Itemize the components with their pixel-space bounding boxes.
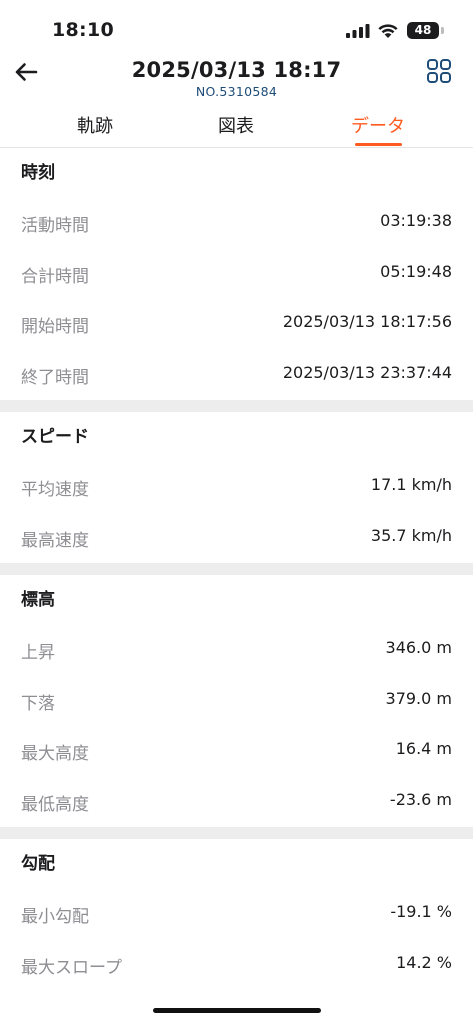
row-value: 2025/03/13 18:17:56 — [282, 312, 452, 331]
list-item: 開始時間 2025/03/13 18:17:56 — [0, 299, 473, 350]
battery-cap — [441, 27, 444, 34]
tab-charts[interactable]: 図表 — [186, 112, 286, 138]
row-label: 開始時間 — [21, 317, 89, 337]
row-value: 346.0 m — [385, 638, 452, 657]
list-item: 最高速度 35.7 km/h — [0, 513, 473, 564]
wifi-icon — [378, 24, 398, 38]
section-time: 時刻 活動時間 03:19:38 合計時間 05:19:48 開始時間 2025… — [0, 148, 473, 400]
home-indicator[interactable] — [153, 1008, 321, 1013]
tab-data[interactable]: データ — [328, 112, 428, 138]
battery-icon: 48 — [407, 22, 439, 39]
navigation-bar: 2025/03/13 18:17 NO.5310584 — [0, 56, 473, 106]
row-value: 17.1 km/h — [370, 475, 452, 494]
status-bar: 18:10 48 — [0, 0, 473, 56]
list-item: 合計時間 05:19:48 — [0, 249, 473, 300]
active-tab-indicator — [355, 143, 402, 146]
section-divider — [0, 563, 473, 575]
list-item: 最低高度 -23.6 m — [0, 777, 473, 828]
row-value: 03:19:38 — [380, 211, 452, 230]
row-label: 合計時間 — [21, 266, 89, 287]
row-label: 最高速度 — [21, 530, 89, 551]
tab-bar: 軌跡 図表 データ — [0, 106, 473, 148]
section-divider — [0, 400, 473, 412]
list-item: 活動時間 03:19:38 — [0, 198, 473, 249]
row-value: 05:19:48 — [380, 261, 452, 281]
page-title: 2025/03/13 18:17 — [131, 58, 342, 82]
cellular-signal-icon — [346, 24, 370, 38]
row-label: 最大高度 — [21, 744, 89, 764]
row-label: 最低高度 — [21, 794, 89, 815]
row-label: 最大スロープ — [21, 957, 122, 978]
section-divider — [0, 827, 473, 839]
row-label: 平均速度 — [21, 480, 89, 500]
row-value: 35.7 km/h — [370, 525, 452, 545]
row-label: 終了時間 — [21, 367, 89, 388]
row-value: 14.2 % — [396, 952, 452, 972]
row-label: 最小勾配 — [21, 907, 89, 927]
list-item: 上昇 346.0 m — [0, 625, 473, 676]
section-title: 標高 — [21, 590, 55, 610]
list-item: 平均速度 17.1 km/h — [0, 462, 473, 513]
tab-track[interactable]: 軌跡 — [45, 112, 145, 138]
section-elevation: 標高 上昇 346.0 m 下落 379.0 m 最大高度 16.4 m 最低高… — [0, 575, 473, 827]
list-item: 最大高度 16.4 m — [0, 726, 473, 777]
section-speed: スピード 平均速度 17.1 km/h 最高速度 35.7 km/h — [0, 412, 473, 563]
row-value: -23.6 m — [389, 789, 452, 809]
row-label: 活動時間 — [21, 216, 89, 236]
list-item: 終了時間 2025/03/13 23:37:44 — [0, 350, 473, 401]
section-gradient: 勾配 最小勾配 -19.1 % 最大スロープ 14.2 % — [0, 839, 473, 990]
row-value: 2025/03/13 23:37:44 — [282, 362, 452, 382]
row-label: 上昇 — [21, 643, 55, 663]
row-value: 16.4 m — [395, 739, 452, 758]
battery-level: 48 — [414, 23, 432, 37]
record-number: NO.5310584 — [195, 84, 278, 99]
row-label: 下落 — [21, 693, 55, 714]
row-value: 379.0 m — [385, 688, 452, 708]
section-title: 勾配 — [21, 854, 55, 874]
data-list: 時刻 活動時間 03:19:38 合計時間 05:19:48 開始時間 2025… — [0, 148, 473, 990]
section-title: 時刻 — [21, 163, 55, 183]
list-item: 最大スロープ 14.2 % — [0, 940, 473, 991]
status-time: 18:10 — [52, 19, 114, 41]
list-item: 最小勾配 -19.1 % — [0, 889, 473, 940]
section-title: スピード — [21, 427, 89, 447]
row-value: -19.1 % — [390, 902, 452, 921]
grid-menu-icon[interactable] — [426, 58, 452, 84]
list-item: 下落 379.0 m — [0, 676, 473, 727]
